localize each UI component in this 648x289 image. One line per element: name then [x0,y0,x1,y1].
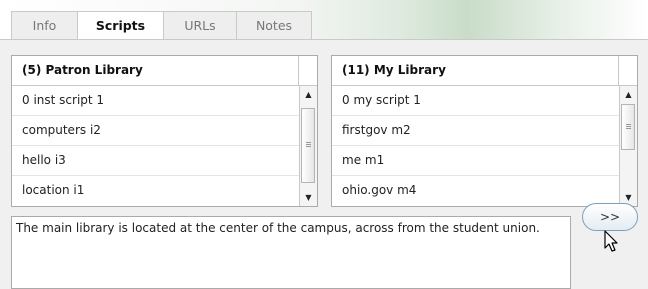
list-item[interactable]: location i1 [12,176,299,205]
tab-scripts[interactable]: Scripts [77,11,163,41]
arrow-up-icon[interactable]: ▲ [620,86,637,103]
my-library-scrollbar[interactable]: ▲ ▼ [619,86,637,206]
grip-line [306,142,311,143]
grip-line [306,146,311,147]
note-textarea[interactable]: The main library is located at the cente… [11,216,571,289]
patron-library-header[interactable]: (5) Patron Library [12,56,317,86]
grip-line [306,144,311,145]
tab-urls[interactable]: URLs [163,11,236,40]
patron-library-title: (5) Patron Library [22,63,143,77]
header-corner [618,56,637,85]
mouse-cursor-icon [604,230,618,252]
list-item[interactable]: 0 my script 1 [332,86,619,116]
tab-strip: Info Scripts URLs Notes [11,11,312,41]
tab-notes[interactable]: Notes [236,11,312,40]
list-item[interactable]: firstgov m2 [332,116,619,146]
patron-library-rows: 0 inst script 1 computers i2 hello i3 lo… [12,86,299,205]
list-item[interactable]: hello i3 [12,146,299,176]
my-library-header[interactable]: (11) My Library [332,56,637,86]
transfer-button[interactable]: >> [582,203,638,231]
grip-line [626,124,631,125]
my-library-title: (11) My Library [342,63,446,77]
tab-bar: Info Scripts URLs Notes [0,0,648,41]
my-library-rows: 0 my script 1 firstgov m2 me m1 ohio.gov… [332,86,619,205]
header-corner [298,56,317,85]
scripts-panel: (5) Patron Library 0 inst script 1 compu… [0,39,648,289]
arrow-down-icon[interactable]: ▼ [300,189,317,206]
list-item[interactable]: me m1 [332,146,619,176]
grip-line [626,126,631,127]
patron-library-list: (5) Patron Library 0 inst script 1 compu… [11,55,318,207]
scrollbar-thumb[interactable] [621,104,635,150]
list-item[interactable]: 0 inst script 1 [12,86,299,116]
list-item[interactable]: ohio.gov m4 [332,176,619,205]
my-library-list: (11) My Library 0 my script 1 firstgov m… [331,55,638,207]
scrollbar-thumb[interactable] [301,108,315,183]
arrow-up-icon[interactable]: ▲ [300,86,317,103]
list-item[interactable]: computers i2 [12,116,299,146]
grip-line [626,128,631,129]
tab-info[interactable]: Info [11,11,77,40]
patron-library-scrollbar[interactable]: ▲ ▼ [299,86,317,206]
